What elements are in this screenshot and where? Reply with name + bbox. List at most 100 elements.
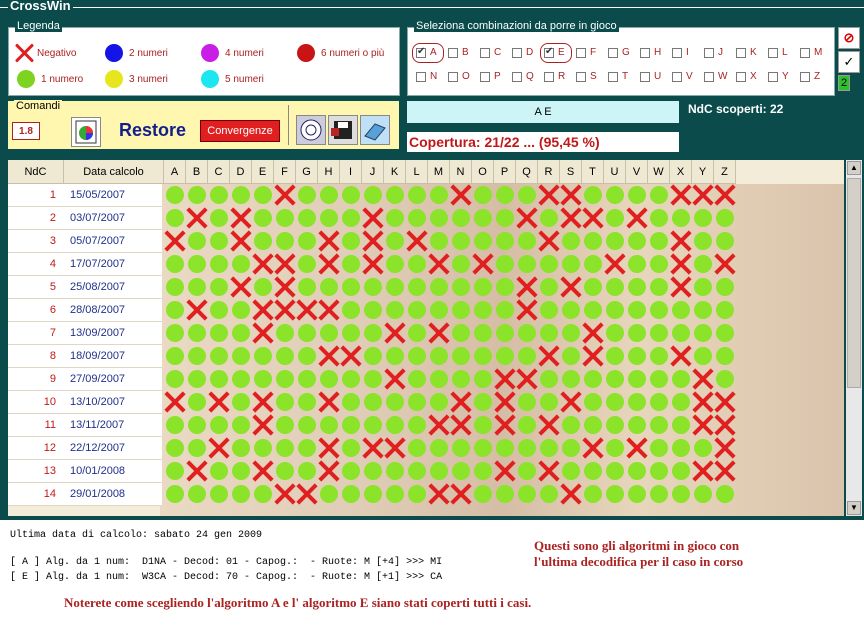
checkbox-r[interactable]: R	[544, 71, 565, 82]
table-row[interactable]: 5 25/08/2007	[8, 276, 844, 299]
checkbox-j[interactable]: J	[704, 47, 723, 58]
header-col-d[interactable]: D	[230, 160, 252, 184]
header-col-m[interactable]: M	[428, 160, 450, 184]
header-col-i[interactable]: I	[340, 160, 362, 184]
checkbox-box[interactable]	[672, 71, 682, 82]
table-row[interactable]: 3 05/07/2007	[8, 230, 844, 253]
checkbox-box[interactable]	[640, 71, 650, 82]
checkbox-box[interactable]	[512, 71, 522, 82]
header-col-x[interactable]: X	[670, 160, 692, 184]
checkbox-box[interactable]	[512, 47, 522, 58]
checkbox-h[interactable]: H	[640, 47, 661, 58]
checkbox-box[interactable]	[448, 47, 458, 58]
checkbox-box[interactable]	[544, 46, 554, 58]
header-col-v[interactable]: V	[626, 160, 648, 184]
table-row[interactable]: 11 13/11/2007	[8, 414, 844, 437]
header-col-a[interactable]: A	[164, 160, 186, 184]
header-col-t[interactable]: T	[582, 160, 604, 184]
header-col-r[interactable]: R	[538, 160, 560, 184]
checkbox-box[interactable]	[480, 71, 490, 82]
header-col-c[interactable]: C	[208, 160, 230, 184]
header-col-n[interactable]: N	[450, 160, 472, 184]
checkbox-w[interactable]: W	[704, 71, 727, 82]
checkbox-box[interactable]	[576, 71, 586, 82]
no-entry-button[interactable]: ⊘	[838, 27, 860, 49]
checkbox-box[interactable]	[768, 47, 778, 58]
checkbox-box[interactable]	[544, 71, 554, 82]
checkbox-box[interactable]	[640, 47, 650, 58]
checkbox-box[interactable]	[768, 71, 778, 82]
checkbox-z[interactable]: Z	[800, 71, 820, 82]
header-col-k[interactable]: K	[384, 160, 406, 184]
chart-tool-button[interactable]	[71, 117, 101, 147]
checkbox-u[interactable]: U	[640, 71, 661, 82]
header-col-h[interactable]: H	[318, 160, 340, 184]
checkbox-box[interactable]	[480, 47, 490, 58]
checkbox-x[interactable]: X	[736, 71, 757, 82]
checkbox-box[interactable]	[608, 47, 618, 58]
vertical-scrollbar[interactable]: ▲ ▼	[846, 160, 862, 516]
convergence-button[interactable]: Convergenze	[200, 120, 280, 142]
checkbox-t[interactable]: T	[608, 71, 628, 82]
checkbox-q[interactable]: Q	[512, 71, 534, 82]
header-ndc[interactable]: NdC	[8, 160, 64, 184]
globe-button[interactable]	[296, 115, 326, 145]
checkbox-v[interactable]: V	[672, 71, 693, 82]
table-row[interactable]: 9 27/09/2007	[8, 368, 844, 391]
checkbox-k[interactable]: K	[736, 47, 757, 58]
checkbox-g[interactable]: G	[608, 47, 630, 58]
checkbox-box[interactable]	[704, 71, 714, 82]
table-row[interactable]: 14 29/01/2008	[8, 483, 844, 506]
header-col-q[interactable]: Q	[516, 160, 538, 184]
checkbox-i[interactable]: I	[672, 47, 689, 58]
table-row[interactable]: 6 28/08/2007	[8, 299, 844, 322]
header-col-g[interactable]: G	[296, 160, 318, 184]
table-row[interactable]: 10 13/10/2007	[8, 391, 844, 414]
checkbox-box[interactable]	[608, 71, 618, 82]
checkbox-m[interactable]: M	[800, 47, 822, 58]
checkbox-box[interactable]	[448, 71, 458, 82]
book-button[interactable]	[360, 115, 390, 145]
scroll-down-arrow[interactable]: ▼	[847, 501, 861, 515]
header-col-w[interactable]: W	[648, 160, 670, 184]
checkbox-b[interactable]: B	[448, 47, 469, 58]
checkbox-box[interactable]	[736, 71, 746, 82]
scroll-up-arrow[interactable]: ▲	[847, 161, 861, 175]
value-field[interactable]: 1.8	[12, 122, 40, 140]
checkbox-l[interactable]: L	[768, 47, 788, 58]
checkbox-p[interactable]: P	[480, 71, 501, 82]
checkbox-box[interactable]	[416, 46, 426, 58]
header-col-e[interactable]: E	[252, 160, 274, 184]
header-col-s[interactable]: S	[560, 160, 582, 184]
table-row[interactable]: 2 03/07/2007	[8, 207, 844, 230]
checkbox-d[interactable]: D	[512, 47, 533, 58]
table-row[interactable]: 1 15/05/2007	[8, 184, 844, 207]
header-col-y[interactable]: Y	[692, 160, 714, 184]
header-col-f[interactable]: F	[274, 160, 296, 184]
checkbox-box[interactable]	[704, 47, 714, 58]
table-row[interactable]: 7 13/09/2007	[8, 322, 844, 345]
checkbox-o[interactable]: O	[448, 71, 470, 82]
checkbox-y[interactable]: Y	[768, 71, 789, 82]
header-col-u[interactable]: U	[604, 160, 626, 184]
checkbox-box[interactable]	[576, 47, 586, 58]
checkbox-box[interactable]	[800, 47, 810, 58]
header-date[interactable]: Data calcolo	[64, 160, 164, 184]
scroll-thumb[interactable]	[847, 178, 861, 388]
header-col-p[interactable]: P	[494, 160, 516, 184]
checkbox-box[interactable]	[672, 47, 682, 58]
checkbox-box[interactable]	[736, 47, 746, 58]
table-row[interactable]: 4 17/07/2007	[8, 253, 844, 276]
header-col-j[interactable]: J	[362, 160, 384, 184]
header-col-b[interactable]: B	[186, 160, 208, 184]
checkbox-box[interactable]	[800, 71, 810, 82]
table-row[interactable]: 12 22/12/2007	[8, 437, 844, 460]
checkbox-c[interactable]: C	[480, 47, 501, 58]
header-col-o[interactable]: O	[472, 160, 494, 184]
save-print-button[interactable]	[328, 115, 358, 145]
table-row[interactable]: 8 18/09/2007	[8, 345, 844, 368]
checkbox-f[interactable]: F	[576, 47, 596, 58]
checkbox-box[interactable]	[416, 71, 426, 82]
header-col-l[interactable]: L	[406, 160, 428, 184]
check-button[interactable]: ✓	[838, 51, 860, 73]
